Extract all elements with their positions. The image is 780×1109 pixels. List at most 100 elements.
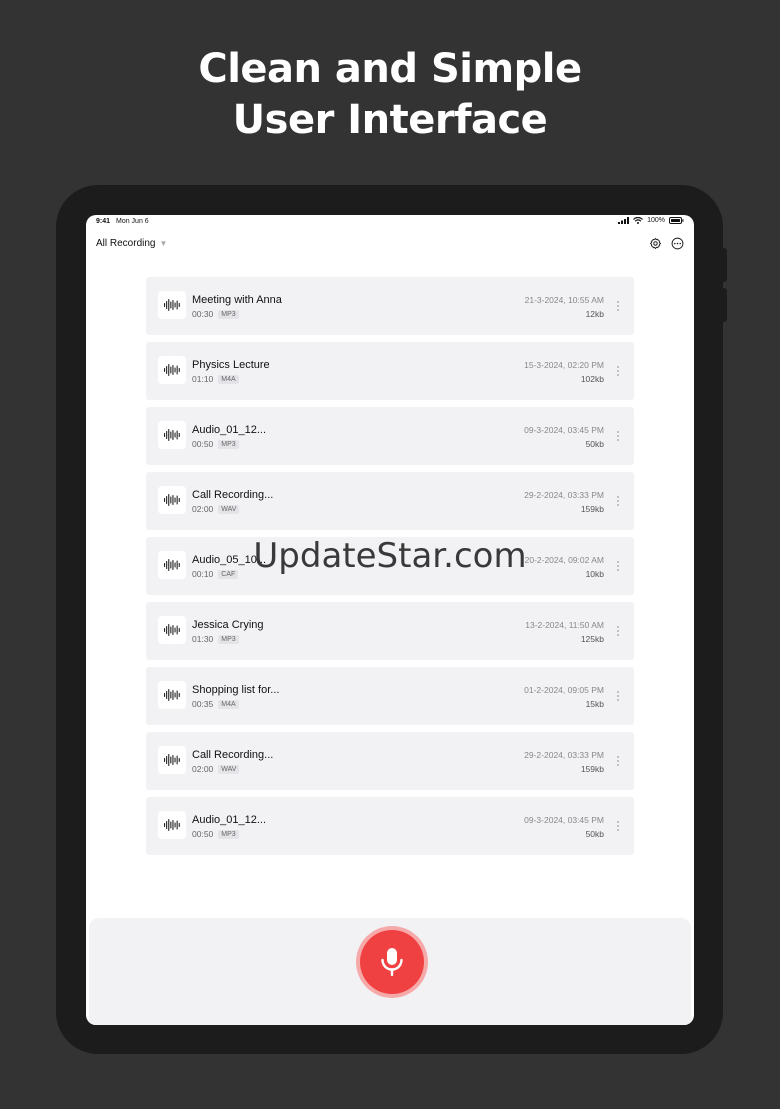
filter-dropdown[interactable]: All Recording ▼ — [96, 238, 167, 249]
status-bar: 9:41 Mon Jun 6 100% — [86, 215, 694, 231]
recording-duration: 01:10 — [192, 374, 214, 384]
recording-size: 12kb — [585, 309, 604, 319]
record-button[interactable] — [356, 926, 428, 998]
headline-line-2: User Interface — [232, 97, 548, 143]
recording-meta: 00:35 M4A — [192, 699, 239, 709]
volume-button-2 — [723, 288, 727, 322]
microphone-icon — [381, 948, 403, 977]
record-panel — [89, 918, 691, 1025]
settings-button[interactable] — [648, 236, 662, 250]
volume-button — [723, 248, 727, 282]
chevron-down-icon: ▼ — [159, 239, 168, 248]
format-badge: M4A — [218, 374, 239, 384]
battery-icon — [669, 217, 684, 224]
waveform-icon — [164, 299, 180, 311]
format-badge: WAV — [218, 504, 240, 514]
more-vertical-icon[interactable] — [614, 297, 622, 315]
more-vertical-icon[interactable] — [614, 622, 622, 640]
recording-item[interactable]: Call Recording... 02:00 WAV 29-2-2024, 03:3… — [146, 472, 634, 530]
recording-meta: 02:00 WAV — [192, 504, 240, 514]
recording-duration: 00:35 — [192, 699, 214, 709]
recording-duration: 00:10 — [192, 569, 214, 579]
more-vertical-icon[interactable] — [614, 752, 622, 770]
waveform-icon — [164, 624, 180, 636]
format-badge: MP3 — [218, 309, 239, 319]
recording-meta: 00:50 MP3 — [192, 439, 239, 449]
waveform-icon — [164, 429, 180, 441]
recording-item[interactable]: Physics Lecture 01:10 M4A 15-3-2024, 02:20 … — [146, 342, 634, 400]
recording-meta: 00:30 MP3 — [192, 309, 239, 319]
record-button-inner — [360, 930, 424, 994]
recording-size: 10kb — [585, 569, 604, 579]
more-vertical-icon[interactable] — [614, 362, 622, 380]
format-badge: MP3 — [218, 439, 239, 449]
format-badge: MP3 — [218, 634, 239, 644]
recording-duration: 00:50 — [192, 439, 214, 449]
recording-date: 09-3-2024, 03:45 PM — [524, 425, 604, 435]
recording-item[interactable]: Call Recording... 02:00 WAV 29-2-2024, 03:3… — [146, 732, 634, 790]
more-horizontal-icon — [671, 237, 683, 249]
recording-meta: 00:10 CAF — [192, 569, 239, 579]
waveform-icon-box — [158, 291, 186, 319]
waveform-icon-box — [158, 746, 186, 774]
more-vertical-icon[interactable] — [614, 492, 622, 510]
more-vertical-icon[interactable] — [614, 817, 622, 835]
recording-meta: 01:10 M4A — [192, 374, 239, 384]
gear-icon — [649, 237, 661, 249]
recording-date: 01-2-2024, 09:05 PM — [524, 685, 604, 695]
more-vertical-icon[interactable] — [614, 687, 622, 705]
recording-meta: 02:00 WAV — [192, 764, 240, 774]
recording-title: Call Recording... — [192, 489, 274, 501]
more-button[interactable] — [670, 236, 684, 250]
status-indicators: 100% — [618, 217, 684, 224]
waveform-icon — [164, 754, 180, 766]
waveform-icon — [164, 364, 180, 376]
format-badge: MP3 — [218, 829, 239, 839]
recording-date: 29-2-2024, 03:33 PM — [524, 490, 604, 500]
recording-meta: 01:30 MP3 — [192, 634, 239, 644]
headline-line-1: Clean and Simple — [198, 46, 582, 92]
recording-date: 20-2-2024, 09:02 AM — [524, 555, 604, 565]
recording-item[interactable]: Jessica Crying 01:30 MP3 13-2-2024, 11:50 A… — [146, 602, 634, 660]
recording-date: 29-2-2024, 03:33 PM — [524, 750, 604, 760]
format-badge: CAF — [218, 569, 239, 579]
more-vertical-icon[interactable] — [614, 557, 622, 575]
recording-item[interactable]: Shopping list for... 00:35 M4A 01-2-2024, 0… — [146, 667, 634, 725]
waveform-icon-box — [158, 551, 186, 579]
recording-list: Meeting with Anna 00:30 MP3 21-3-2024, 10:5… — [146, 277, 634, 862]
headline: Clean and Simple User Interface — [0, 44, 780, 146]
recording-size: 125kb — [580, 634, 604, 644]
recording-title: Meeting with Anna — [192, 294, 282, 306]
recording-item[interactable]: Audio_05_10... 00:10 CAF 20-2-2024, 09:02 A… — [146, 537, 634, 595]
recording-title: Jessica Crying — [192, 619, 264, 631]
recording-title: Call Recording... — [192, 749, 274, 761]
recording-item[interactable]: Audio_01_12... 00:50 MP3 09-3-2024, 03:45 P… — [146, 407, 634, 465]
status-date: Mon Jun 6 — [116, 218, 149, 225]
waveform-icon-box — [158, 811, 186, 839]
app-screen: 9:41 Mon Jun 6 100% All Recording ▼ Meet… — [86, 215, 694, 1025]
recording-meta: 00:50 MP3 — [192, 829, 239, 839]
recording-title: Audio_01_12... — [192, 424, 267, 436]
waveform-icon-box — [158, 681, 186, 709]
recording-size: 159kb — [580, 504, 604, 514]
battery-percent: 100% — [647, 217, 665, 224]
recording-date: 21-3-2024, 10:55 AM — [524, 295, 604, 305]
more-vertical-icon[interactable] — [614, 427, 622, 445]
recording-size: 159kb — [580, 764, 604, 774]
recording-duration: 00:50 — [192, 829, 214, 839]
recording-item[interactable]: Audio_01_12... 00:50 MP3 09-3-2024, 03:45 P… — [146, 797, 634, 855]
waveform-icon-box — [158, 486, 186, 514]
waveform-icon-box — [158, 616, 186, 644]
waveform-icon — [164, 494, 180, 506]
format-badge: WAV — [218, 764, 240, 774]
wifi-icon — [633, 217, 644, 224]
recording-duration: 01:30 — [192, 634, 214, 644]
recording-date: 09-3-2024, 03:45 PM — [524, 815, 604, 825]
recording-title: Shopping list for... — [192, 684, 280, 696]
recording-size: 50kb — [585, 439, 604, 449]
waveform-icon-box — [158, 356, 186, 384]
recording-duration: 02:00 — [192, 764, 214, 774]
recording-item[interactable]: Meeting with Anna 00:30 MP3 21-3-2024, 10:5… — [146, 277, 634, 335]
format-badge: M4A — [218, 699, 239, 709]
waveform-icon-box — [158, 421, 186, 449]
